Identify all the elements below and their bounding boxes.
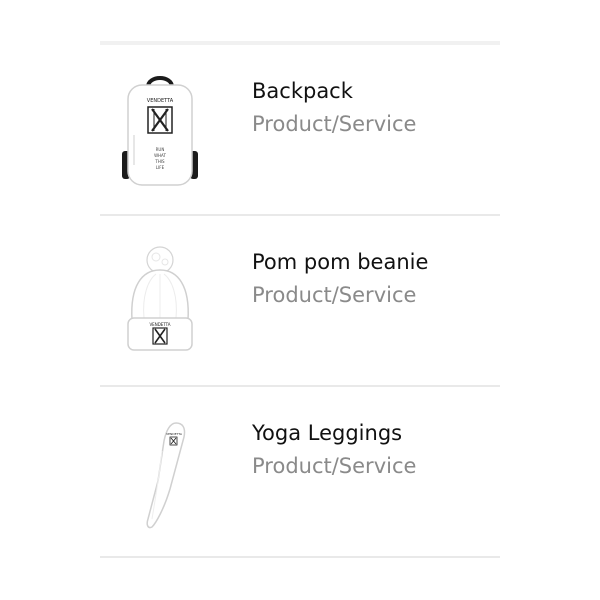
svg-text:WHAT: WHAT (154, 153, 166, 158)
svg-text:VENDETTA: VENDETTA (147, 98, 174, 104)
product-category: Product/Service (252, 112, 417, 136)
product-row-beanie[interactable]: VENDETTA Pom pom beanie Product/Service (100, 216, 500, 387)
product-row-leggings[interactable]: VENDETTA Yoga Leggings Product/Service (100, 387, 500, 558)
product-list: VENDETTA RUN WHAT THIS LIFE Backpack Pro… (100, 41, 500, 558)
backpack-image[interactable]: VENDETTA RUN WHAT THIS LIFE (112, 69, 208, 189)
product-text-leggings: Yoga Leggings Product/Service (252, 419, 416, 480)
product-name[interactable]: Backpack (252, 77, 416, 105)
product-name[interactable]: Yoga Leggings (252, 419, 416, 447)
beanie-image[interactable]: VENDETTA (112, 240, 208, 360)
product-category: Product/Service (252, 454, 417, 478)
svg-text:THIS: THIS (154, 159, 165, 164)
svg-text:RUN: RUN (156, 147, 165, 152)
product-row-backpack[interactable]: VENDETTA RUN WHAT THIS LIFE Backpack Pro… (100, 45, 500, 216)
leggings-image[interactable]: VENDETTA (112, 411, 208, 531)
product-name[interactable]: Pom pom beanie (252, 248, 428, 276)
svg-text:VENDETTA: VENDETTA (149, 322, 170, 327)
svg-text:LIFE: LIFE (156, 165, 165, 170)
product-text-beanie: Pom pom beanie Product/Service (252, 248, 428, 309)
product-category: Product/Service (252, 283, 417, 307)
svg-text:VENDETTA: VENDETTA (166, 432, 183, 436)
product-text-backpack: Backpack Product/Service (252, 77, 416, 138)
